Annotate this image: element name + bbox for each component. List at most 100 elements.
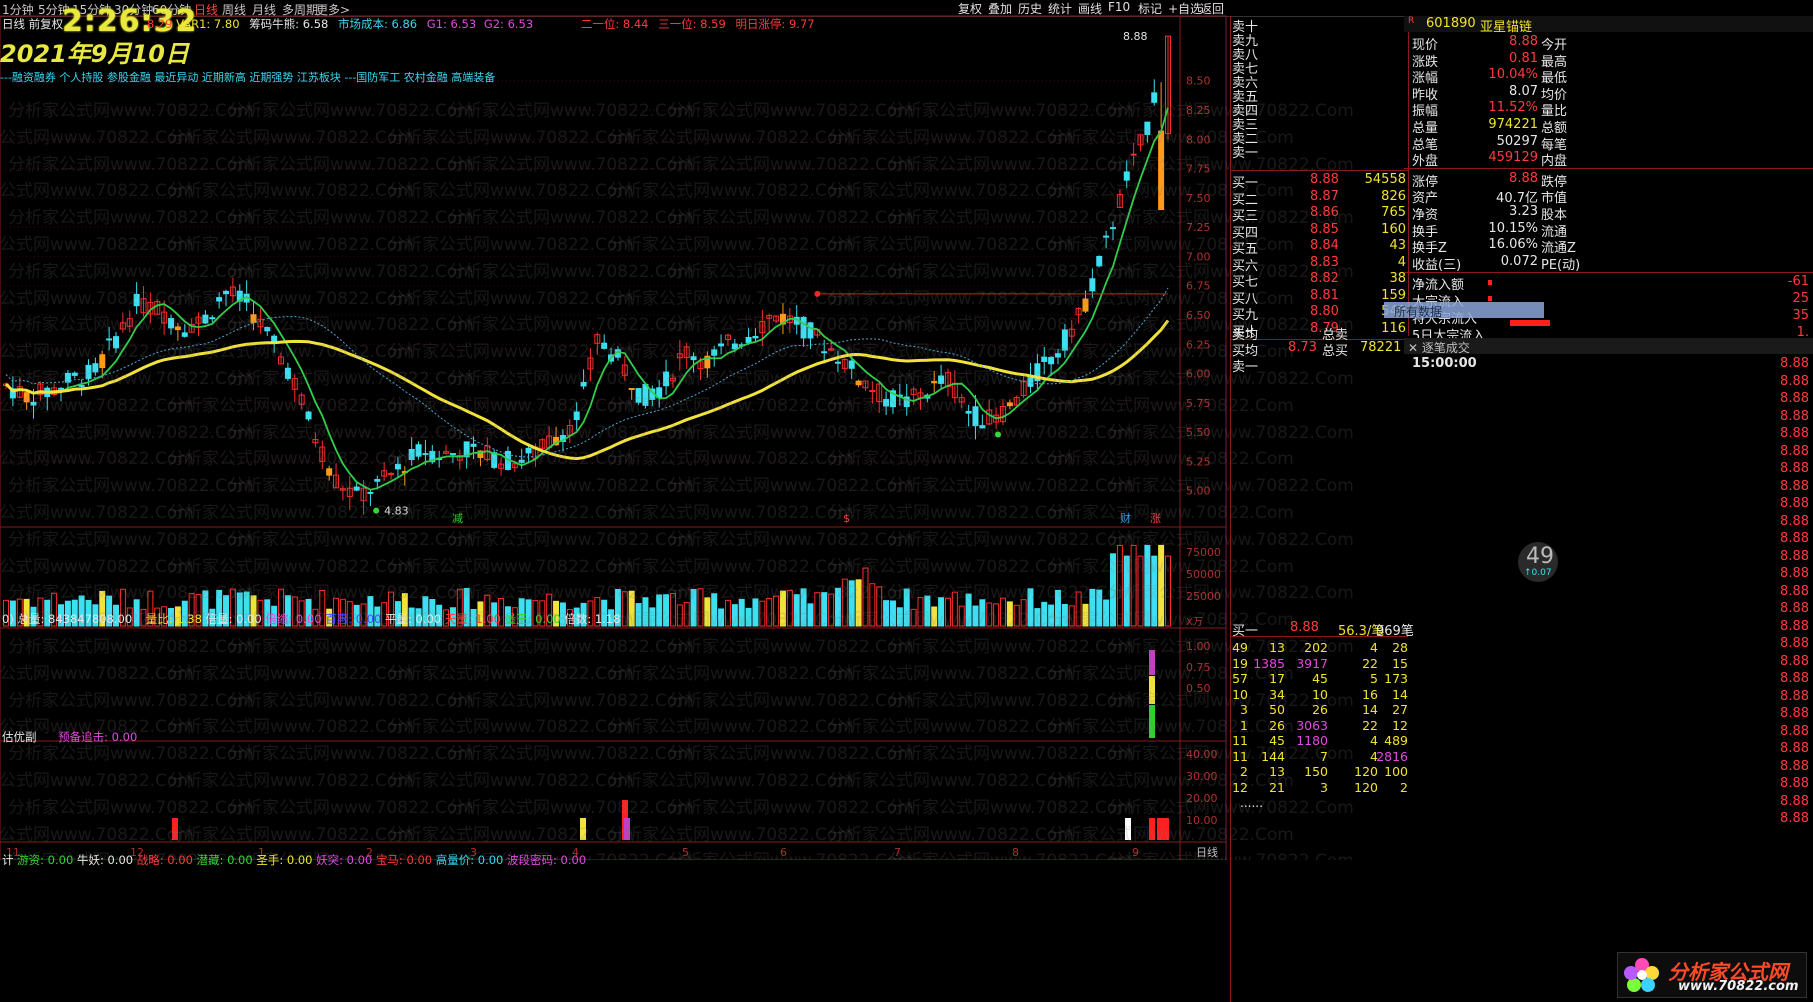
volume-bar — [1116, 544, 1123, 627]
volume-bar — [704, 597, 711, 627]
candlestick — [1013, 395, 1020, 406]
queue-cell: 13 — [1269, 764, 1285, 779]
candlestick — [456, 449, 463, 470]
queue-cell: 45 — [1312, 671, 1328, 686]
volume-bar — [724, 599, 731, 627]
volume-bar — [896, 607, 903, 627]
quote-value: 10.15% — [1488, 220, 1538, 236]
candlestick — [346, 475, 353, 510]
queue-cell: 17 — [1269, 671, 1285, 686]
x-tick-label: 6 — [780, 846, 787, 859]
quote-value: 3.23 — [1509, 204, 1538, 219]
volume-bar — [711, 593, 718, 627]
y-tick-label: 8.50 — [1186, 75, 1211, 88]
volume-bar — [1068, 605, 1075, 627]
candlestick — [587, 348, 594, 382]
volume-bar — [869, 583, 876, 627]
volume-bar — [999, 597, 1006, 627]
x-tick-label: 5 — [682, 846, 689, 859]
candlestick — [669, 373, 676, 388]
tick-price: 8.88 — [1780, 408, 1809, 424]
candlestick — [869, 381, 876, 404]
candlestick — [601, 334, 608, 350]
volume-bar — [779, 590, 786, 627]
restore-flag: R — [1408, 16, 1415, 26]
y-tick-label: 7.00 — [1186, 250, 1211, 263]
volume-bar — [1075, 591, 1082, 627]
queue-cell: 144 — [1261, 748, 1285, 764]
ticks-time: 15:00:00 — [1412, 356, 1477, 371]
candlestick — [388, 471, 395, 480]
candlestick — [1054, 349, 1061, 365]
candlestick — [278, 352, 285, 365]
candlestick — [1068, 319, 1075, 344]
tick-price: 8.88 — [1780, 618, 1809, 634]
volume-bar — [1013, 604, 1020, 627]
candlestick — [1027, 362, 1034, 394]
candlestick — [140, 286, 147, 317]
queue-cell: 27 — [1392, 702, 1408, 717]
y-tick-label: 6.25 — [1186, 338, 1211, 351]
tick-price: 8.88 — [1780, 426, 1809, 441]
float-widget-value: 49 — [1526, 544, 1554, 569]
buy-level-price: 8.80 — [1310, 304, 1339, 319]
total-buy-label: 总买 — [1322, 344, 1349, 359]
queue-cell: 3917 — [1296, 655, 1328, 671]
date-overlay: 2021年9月10日 — [0, 40, 189, 68]
queue-cell: 11 — [1232, 748, 1248, 764]
queue-cell: 14 — [1362, 702, 1378, 717]
ticks-title[interactable]: ✕ 逐笔成交 — [1408, 339, 1470, 356]
candlestick — [876, 382, 883, 414]
candlestick — [1061, 324, 1068, 358]
tick-price: 8.88 — [1780, 566, 1809, 581]
buy-level-price: 8.82 — [1310, 271, 1339, 286]
volume-bar — [676, 604, 683, 627]
volume-bar — [1034, 608, 1041, 627]
total-buy-value: 78221 — [1360, 340, 1402, 355]
volume-bar — [759, 600, 766, 627]
volume-bar — [773, 595, 780, 627]
volume-bar — [656, 594, 663, 627]
volume-bar — [1006, 601, 1013, 627]
volume-bar — [841, 578, 848, 627]
volume-bar — [944, 597, 951, 627]
queue-cell: 34 — [1269, 686, 1285, 702]
candlestick — [1034, 353, 1041, 391]
tick-price: 8.88 — [1780, 548, 1809, 564]
quote-value: 50297 — [1496, 133, 1538, 149]
candlestick — [690, 352, 697, 373]
x-tick-label: 7 — [894, 846, 901, 859]
candlestick — [1130, 142, 1137, 166]
candlestick — [1103, 230, 1110, 249]
queue-cell: 120 — [1354, 764, 1378, 779]
queue-cell: 14 — [1392, 686, 1408, 702]
sell-level-label: 卖一 — [1232, 146, 1259, 161]
volume-bar — [1137, 555, 1144, 627]
candlestick — [1137, 134, 1144, 152]
queue-cell: 3 — [1240, 702, 1248, 717]
tick-price: 8.88 — [1780, 496, 1809, 511]
y-tick-label: 6.75 — [1186, 280, 1211, 293]
queue-cell: 10 — [1312, 686, 1328, 702]
volume-bar — [786, 589, 793, 627]
queue-cell: 16 — [1362, 686, 1378, 702]
tick-price: 8.88 — [1780, 776, 1809, 791]
volume-bar — [663, 594, 670, 627]
y-tick-label: 7.75 — [1186, 163, 1211, 176]
buy-level-price: 8.83 — [1310, 254, 1339, 270]
volume-bar — [1165, 555, 1171, 627]
candlestick — [718, 334, 725, 355]
volume-bar — [814, 592, 821, 627]
buy-level-qty: 4 — [1397, 254, 1406, 270]
tick-price: 8.88 — [1780, 356, 1809, 371]
tick-price: 8.88 — [1780, 811, 1809, 826]
y-tick-label: 5.50 — [1186, 426, 1211, 439]
queue-cell: 10 — [1232, 686, 1248, 702]
buy-level-price: 8.88 — [1310, 172, 1339, 187]
chart-frame — [0, 15, 1227, 860]
candlestick — [195, 312, 202, 337]
flow-bar — [1488, 296, 1492, 301]
stock-code: 601890 — [1426, 16, 1476, 31]
candlestick — [229, 277, 236, 303]
candlestick — [216, 292, 223, 309]
